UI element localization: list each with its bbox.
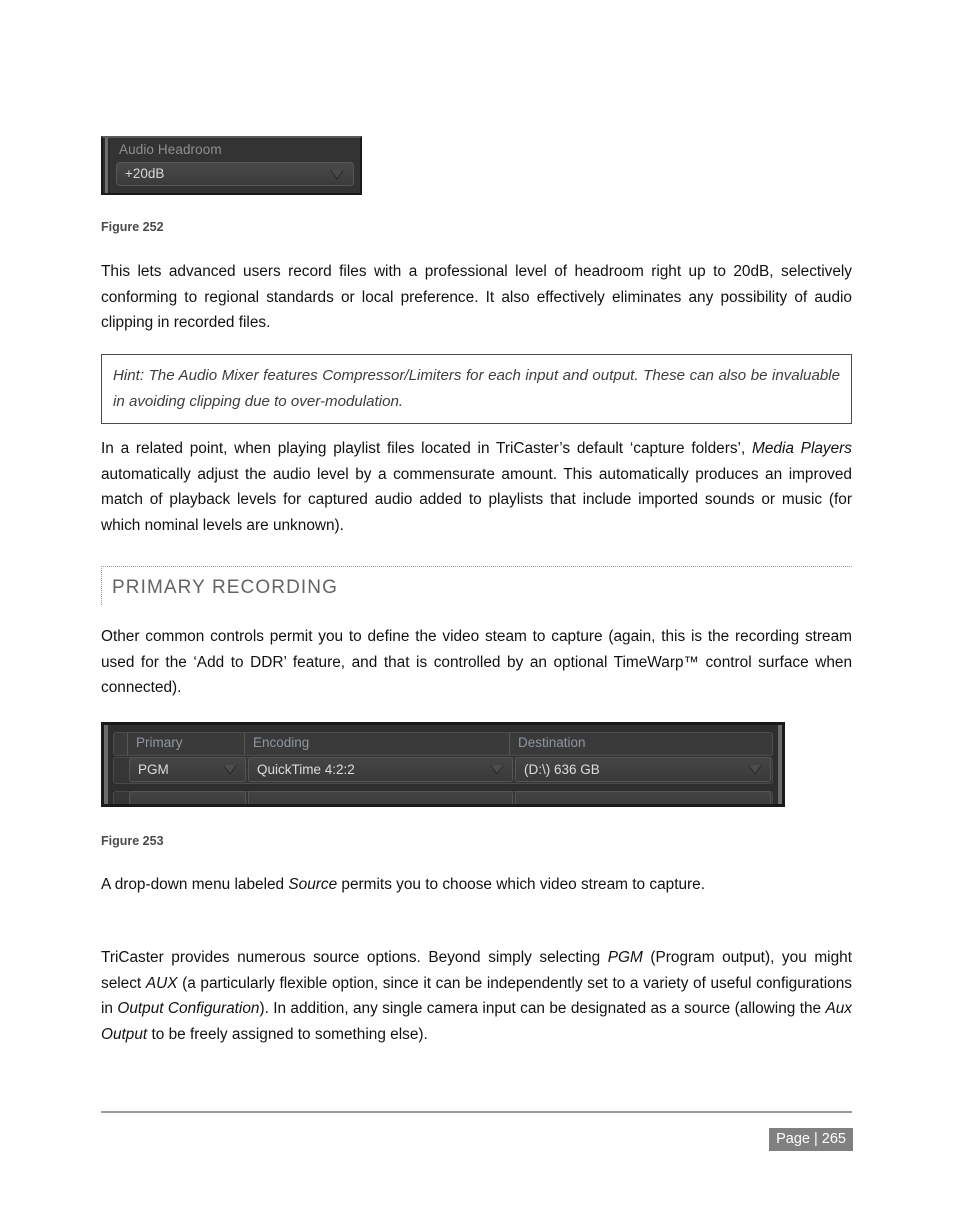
encoding-value: QuickTime 4:2:2 bbox=[257, 762, 355, 777]
recording-table-row: PGM QuickTime 4:2:2 (D:\) 636 GB bbox=[113, 757, 773, 784]
panel-left-edge bbox=[104, 725, 108, 804]
panel-left-edge bbox=[105, 138, 108, 193]
hint-callout-box: Hint: The Audio Mixer features Compresso… bbox=[101, 354, 852, 424]
footer-divider bbox=[101, 1111, 852, 1113]
p2-text-1: In a related point, when playing playlis… bbox=[101, 440, 752, 457]
recording-table-row-partial bbox=[113, 791, 773, 804]
paragraph-headroom-intro: This lets advanced users record files wi… bbox=[101, 263, 852, 332]
p5-text-5: to be freely assigned to something else)… bbox=[147, 1025, 428, 1043]
audio-headroom-dropdown[interactable]: +20dB bbox=[116, 162, 354, 186]
destination-dropdown[interactable]: (D:\) 636 GB bbox=[515, 757, 771, 782]
p5-italic-aux: AUX bbox=[145, 974, 178, 992]
p5-text-1: TriCaster provides numerous source optio… bbox=[101, 949, 608, 966]
paragraph-media-players: In a related point, when playing playlis… bbox=[101, 436, 852, 538]
paragraph-source-menu: A drop-down menu labeled Source permits … bbox=[101, 872, 852, 898]
paragraph-source-options: TriCaster provides numerous source optio… bbox=[101, 945, 852, 1047]
primary-source-dropdown[interactable]: PGM bbox=[129, 757, 246, 782]
figure-252-caption: Figure 252 bbox=[101, 220, 164, 234]
column-header-encoding: Encoding bbox=[245, 733, 510, 755]
p2-italic-media-players: Media Players bbox=[752, 440, 852, 457]
p4-italic-source: Source bbox=[288, 876, 338, 893]
hint-text: Hint: The Audio Mixer features Compresso… bbox=[113, 367, 840, 410]
p4-text-1: A drop-down menu labeled bbox=[101, 876, 289, 893]
p5-italic-pgm: PGM bbox=[607, 949, 643, 966]
column-header-destination: Destination bbox=[518, 735, 586, 750]
p4-text-2: permits you to choose which video stream… bbox=[337, 876, 705, 893]
panel-right-edge bbox=[778, 725, 782, 804]
chevron-down-icon[interactable] bbox=[748, 765, 762, 775]
column-header-primary: Primary bbox=[128, 733, 245, 755]
recording-table-header: Primary Encoding Destination bbox=[113, 732, 773, 756]
panel-body: Audio Headroom +20dB bbox=[110, 138, 360, 193]
page-number-badge: Page | 265 bbox=[769, 1128, 853, 1151]
chevron-down-icon[interactable] bbox=[223, 765, 237, 775]
section-heading-text: PRIMARY RECORDING bbox=[112, 577, 338, 598]
section-heading-primary-recording: PRIMARY RECORDING bbox=[101, 566, 852, 605]
paragraph-primary-recording-intro: Other common controls permit you to defi… bbox=[101, 628, 852, 697]
destination-value: (D:\) 636 GB bbox=[524, 762, 600, 777]
audio-headroom-label: Audio Headroom bbox=[119, 142, 222, 157]
document-page: Audio Headroom +20dB Figure 252 This let… bbox=[0, 0, 954, 1227]
secondary-encoding-dropdown[interactable] bbox=[248, 791, 513, 804]
audio-headroom-value: +20dB bbox=[125, 166, 165, 181]
chevron-down-icon[interactable] bbox=[490, 765, 504, 775]
p2-text-2: automatically adjust the audio level by … bbox=[101, 465, 852, 534]
row-spacer-cell bbox=[114, 792, 128, 804]
p5-italic-output-configuration: Output Configuration bbox=[117, 1000, 260, 1018]
header-spacer-cell bbox=[114, 733, 128, 755]
p5-text-4: ). In addition, any single camera input … bbox=[259, 1000, 826, 1018]
primary-source-value: PGM bbox=[138, 762, 169, 777]
chevron-down-icon[interactable] bbox=[330, 170, 344, 180]
secondary-source-dropdown[interactable] bbox=[129, 791, 246, 804]
secondary-destination-dropdown[interactable] bbox=[515, 791, 771, 804]
row-spacer-cell bbox=[114, 758, 128, 783]
encoding-dropdown[interactable]: QuickTime 4:2:2 bbox=[248, 757, 513, 782]
figure-audio-headroom-panel: Audio Headroom +20dB bbox=[101, 136, 362, 195]
figure-253-caption: Figure 253 bbox=[101, 834, 164, 848]
recording-table: Primary Encoding Destination PGM QuickTi… bbox=[113, 732, 773, 804]
figure-recording-config-panel: Primary Encoding Destination PGM QuickTi… bbox=[101, 722, 785, 807]
